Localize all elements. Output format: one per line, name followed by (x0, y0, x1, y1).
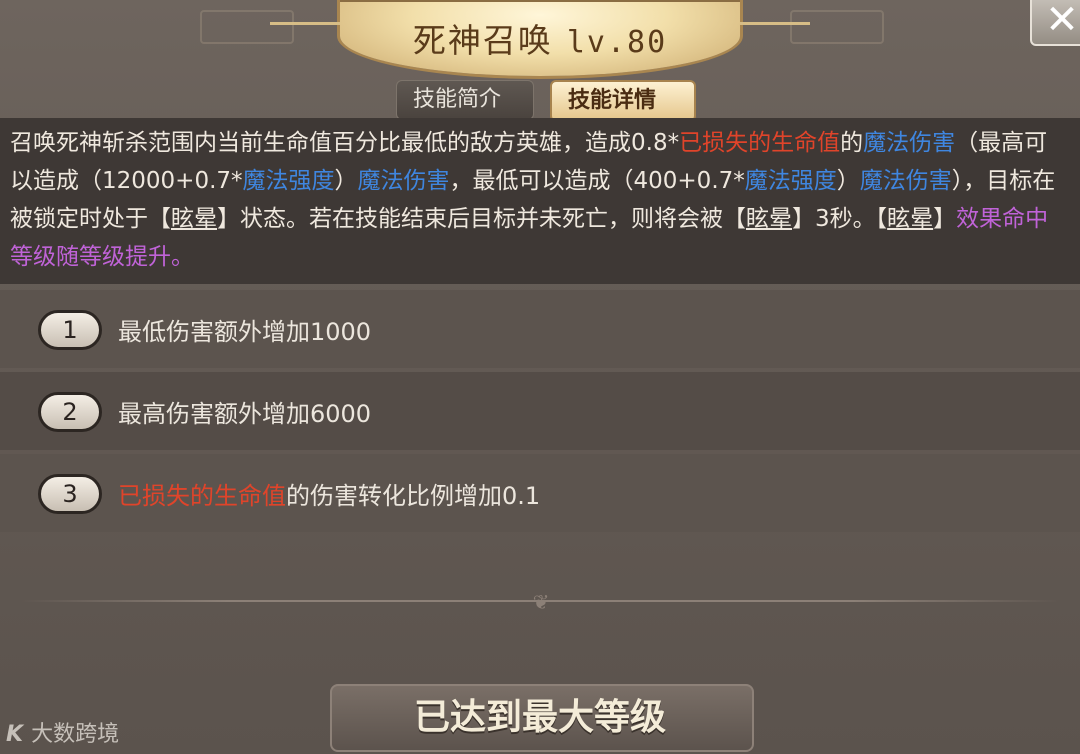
upgrade-row: 3 已损失的生命值的伤害转化比例增加0.1 (0, 454, 1080, 532)
desc-text: 的 (840, 130, 864, 156)
keyword-lost-hp: 已损失的生命值 (679, 130, 841, 156)
upgrade-text: 最低伤害额外增加1000 (118, 318, 372, 346)
desc-text: ，最低可以造成（400+0.7* (449, 168, 745, 194)
keyword-magic-damage: 魔法伤害 (863, 130, 956, 156)
header-ornament-right (790, 10, 884, 44)
desc-text: 召唤死神斩杀范围内当前生命值百分比最低的敌方英雄，造成0.8* (10, 130, 680, 156)
max-level-label: 已达到最大等级 (413, 697, 666, 738)
upgrade-row: 1 最低伤害额外增加1000 (0, 290, 1080, 368)
keyword-stun-link[interactable]: 眩晕 (171, 206, 217, 232)
upgrade-text: 已损失的生命值的伤害转化比例增加0.1 (118, 476, 540, 511)
keyword-magic-power: 魔法强度 (744, 168, 837, 194)
upgrade-number-badge: 1 (38, 310, 102, 350)
keyword-magic-power: 魔法强度 (242, 168, 335, 194)
keyword-stun-link[interactable]: 眩晕 (746, 206, 792, 232)
desc-text: 】3秒。【 (792, 206, 888, 232)
skill-title: 死神召唤 lv.80 (340, 14, 740, 62)
divider-ornament-icon: ❦ (532, 590, 550, 614)
upgrade-text-rest: 的伤害转化比例增加0.1 (286, 482, 541, 510)
watermark-text: 大数跨境 (31, 722, 120, 747)
tab-skill-intro[interactable]: 技能简介 (396, 80, 534, 120)
watermark-logo: K (6, 722, 24, 747)
keyword-stun-link[interactable]: 眩晕 (887, 206, 933, 232)
desc-text: 】 (933, 206, 957, 232)
desc-text: ） (836, 168, 860, 194)
skill-description: 召唤死神斩杀范围内当前生命值百分比最低的敌方英雄，造成0.8*已损失的生命值的魔… (0, 118, 1080, 284)
keyword-lost-hp: 已损失的生命值 (118, 482, 286, 510)
skill-panel: 死神召唤 lv.80 ✕ 技能简介 技能详情 召唤死神斩杀范围内当前生命值百分比最… (0, 0, 1080, 754)
description-text: 召唤死神斩杀范围内当前生命值百分比最低的敌方英雄，造成0.8*已损失的生命值的魔… (0, 118, 1080, 276)
desc-text: 】状态。若在技能结束后目标并未死亡，则将会被【 (217, 206, 746, 232)
upgrade-row: 2 最高伤害额外增加6000 (0, 372, 1080, 450)
skill-level: lv.80 (566, 25, 668, 60)
upgrade-number-badge: 2 (38, 392, 102, 432)
keyword-magic-damage: 魔法伤害 (859, 168, 952, 194)
close-icon: ✕ (1045, 0, 1079, 43)
keyword-magic-damage: 魔法伤害 (357, 168, 450, 194)
tab-skill-detail[interactable]: 技能详情 (550, 80, 696, 122)
header-ornament-left (200, 10, 294, 44)
skill-name: 死神召唤 (412, 21, 553, 60)
desc-text: ） (334, 168, 358, 194)
close-button[interactable]: ✕ (1030, 0, 1080, 46)
upgrade-text: 最高伤害额外增加6000 (118, 400, 372, 428)
upgrade-number-badge: 3 (38, 474, 102, 514)
watermark: K 大数跨境 (6, 716, 119, 748)
